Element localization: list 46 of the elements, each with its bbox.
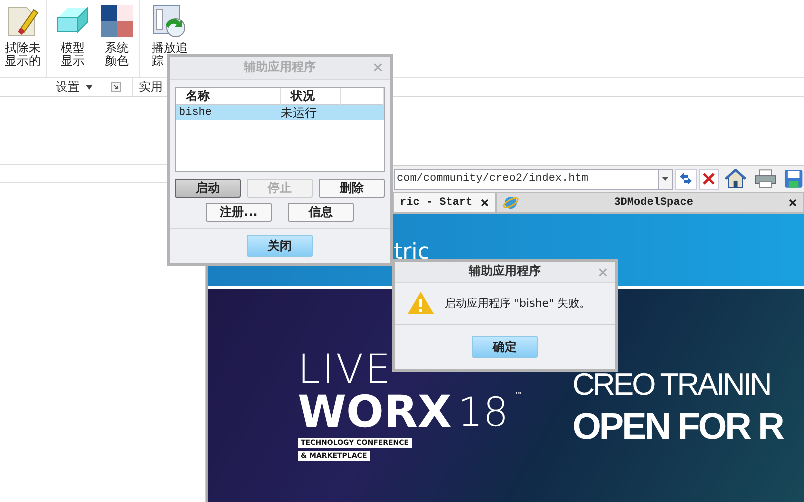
dialog-button[interactable]: 启动 — [175, 179, 241, 198]
tab-label: 3DModelSpace — [614, 196, 694, 208]
playback-clock-icon — [152, 4, 186, 38]
subheadline: OPEN FOR R — [572, 405, 783, 449]
address-dropdown[interactable] — [659, 168, 674, 190]
printer-icon[interactable] — [754, 169, 776, 189]
dialog-button[interactable]: 信息 — [288, 203, 354, 222]
ribbon-button[interactable]: 系统 颜色 — [95, 0, 139, 77]
list-row[interactable]: bishe 未运行 — [176, 104, 384, 120]
logo-number: 18 — [458, 391, 509, 435]
browser-tab[interactable]: 3DModelSpace — [496, 192, 804, 212]
dialog-button[interactable]: 确定 — [472, 336, 538, 358]
dialog-button[interactable]: 删除 — [319, 179, 385, 198]
trademark-mark: ™ — [514, 391, 523, 400]
dialog-title: 辅助应用程序 — [244, 59, 316, 76]
ribbon-button[interactable]: 拭除未 显示的 — [0, 0, 46, 77]
group-label: 实用 — [139, 78, 163, 96]
refresh-button[interactable] — [675, 168, 698, 190]
dialog-title: 辅助应用程序 — [469, 263, 541, 280]
dialog-launcher-icon[interactable] — [111, 82, 121, 92]
ribbon-button[interactable]: 播放追 踪 — [150, 0, 193, 77]
globe-icon — [502, 194, 519, 210]
color-swatch-icon — [100, 4, 134, 38]
tab-label: ric - Start — [400, 196, 473, 208]
home-icon[interactable] — [725, 169, 747, 189]
ribbon-button[interactable]: 模型 显示 — [51, 0, 95, 77]
close-icon — [703, 173, 716, 185]
caret-icon — [662, 177, 670, 181]
warning-icon — [407, 291, 435, 316]
list-cell-text: bishe — [178, 107, 214, 120]
group-label: 设置 — [56, 78, 80, 96]
list-cell-text: 未运行 — [281, 104, 318, 122]
stop-button[interactable] — [699, 168, 720, 190]
logo-text: LIVE — [298, 349, 394, 391]
logo-text: WORX — [298, 391, 452, 435]
close-icon[interactable] — [789, 198, 797, 206]
error-message: 启动应用程序 "bishe" 失败。 — [445, 296, 591, 311]
close-icon[interactable] — [480, 198, 489, 206]
refresh-icon — [679, 172, 694, 186]
headline: CREO TRAININ — [572, 366, 770, 404]
dropdown-caret-icon[interactable] — [86, 84, 93, 90]
dialog-button[interactable]: 注册... — [206, 203, 272, 222]
dialog-button[interactable]: 关闭 — [247, 235, 313, 257]
address-field[interactable]: com/community/creo2/index.htm — [394, 168, 660, 190]
browser-tab[interactable]: ric - Start — [393, 192, 496, 212]
save-icon[interactable] — [784, 169, 804, 189]
